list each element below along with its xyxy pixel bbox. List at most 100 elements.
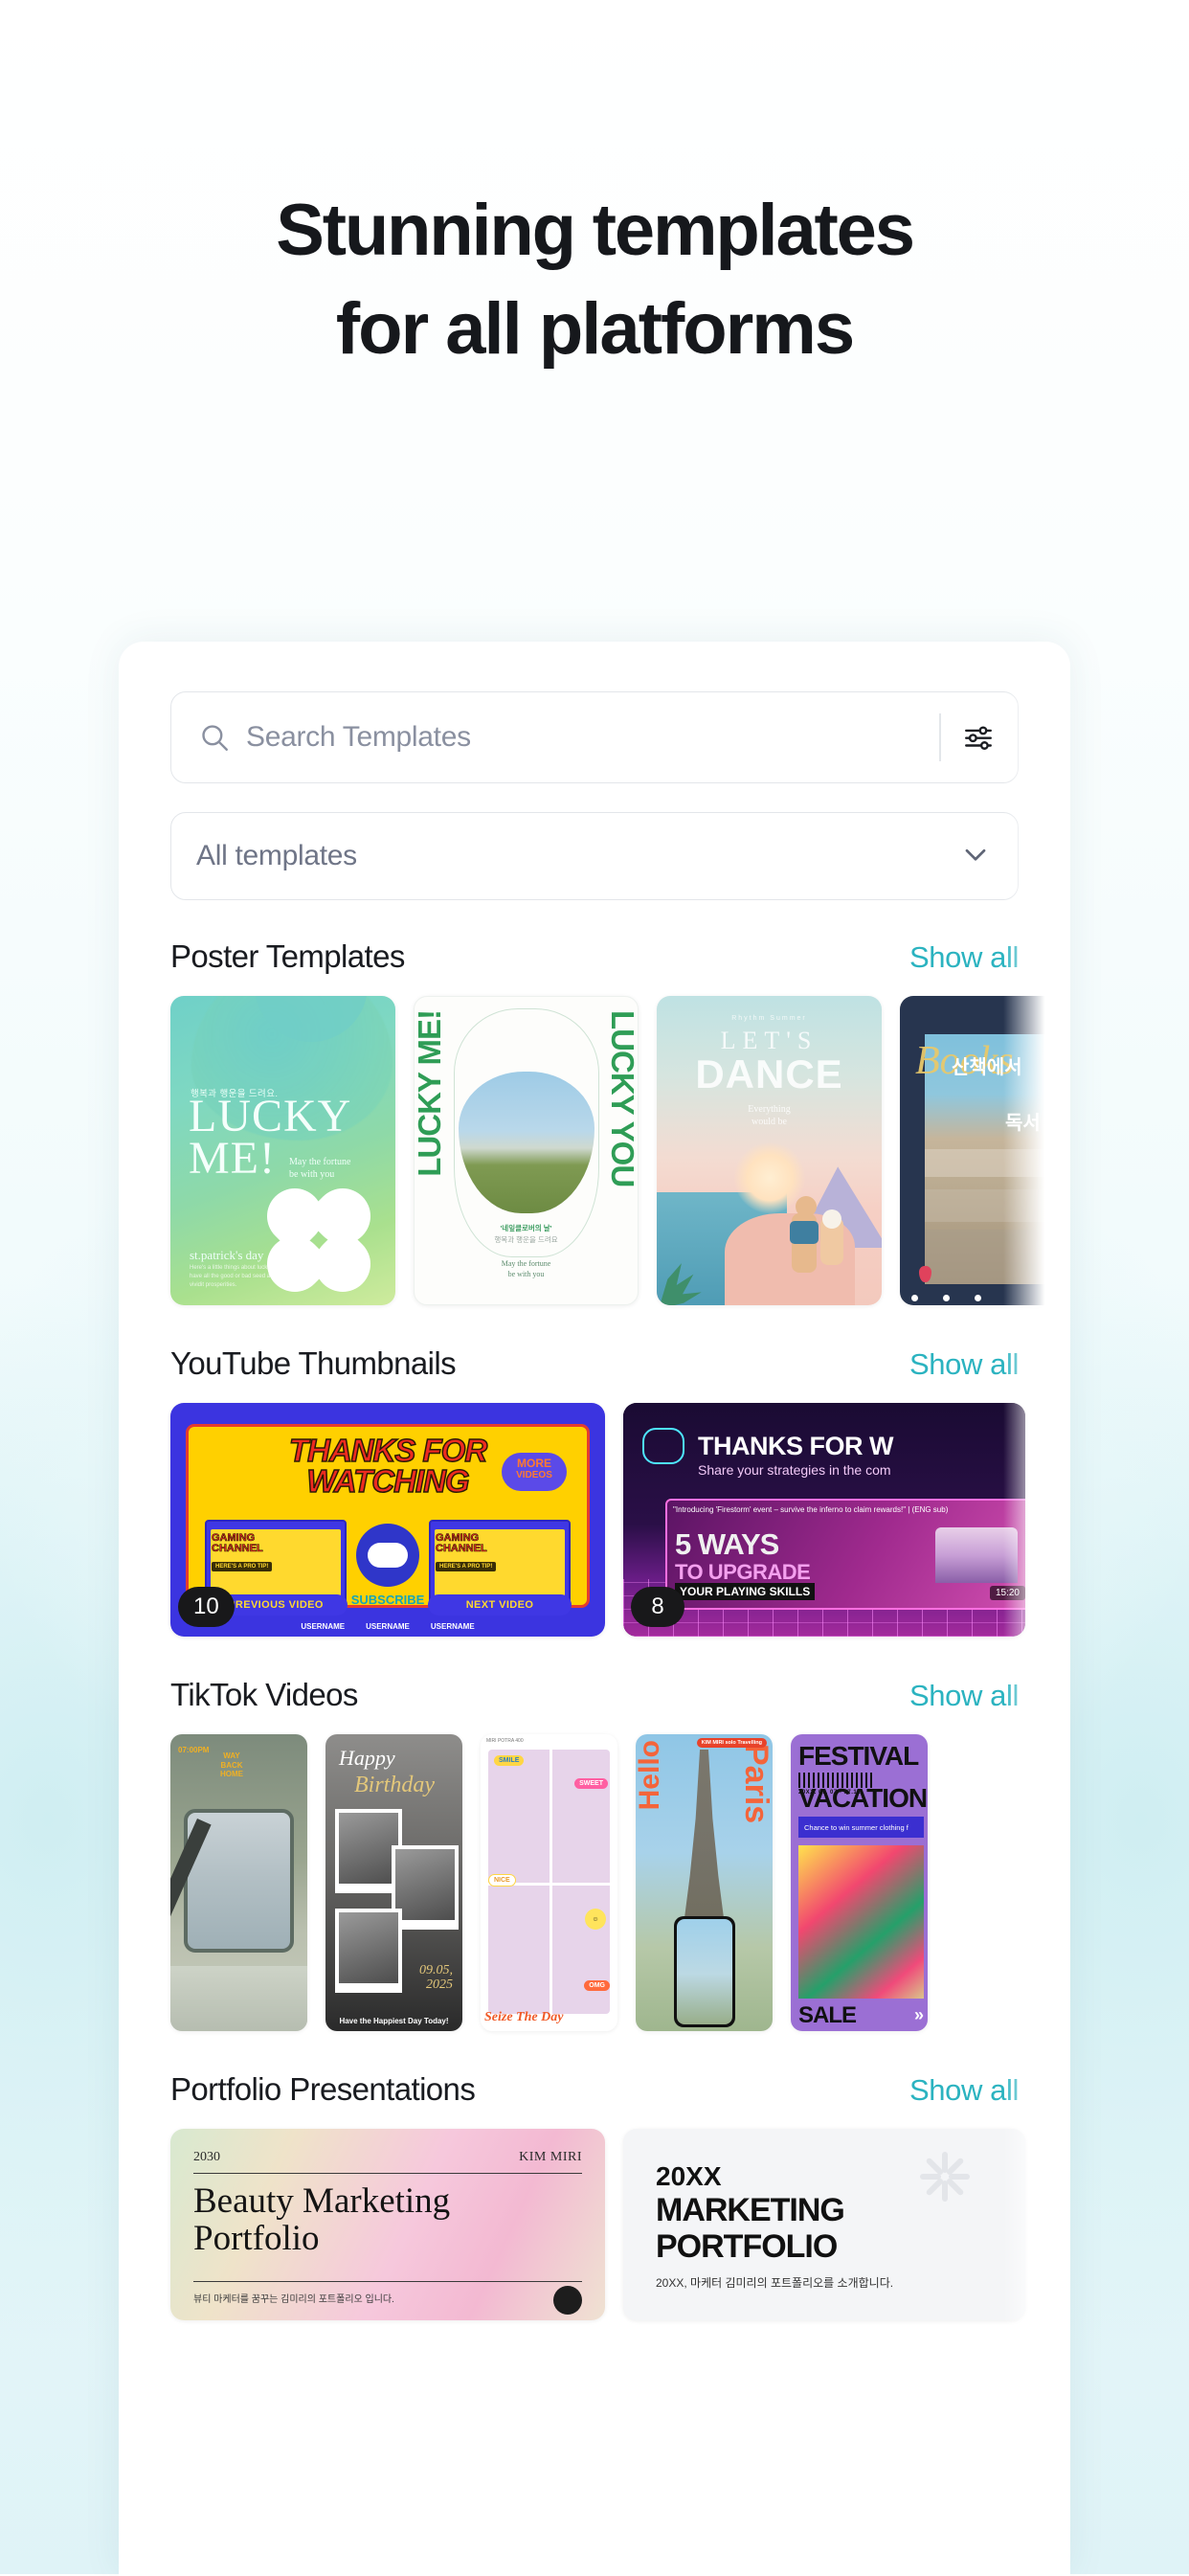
show-all-link-posters[interactable]: Show all bbox=[909, 940, 1019, 975]
chevrons-icon: » bbox=[913, 2005, 924, 2024]
show-all-link-youtube[interactable]: Show all bbox=[909, 1347, 1019, 1382]
phone-mockup bbox=[673, 1916, 735, 2027]
video-headline-2: TO UPGRADE bbox=[675, 1560, 811, 1584]
dancing-couple-illustration bbox=[780, 1173, 843, 1273]
swimwear-photo bbox=[798, 1845, 924, 1999]
hero-headline-line-1: Stunning templates bbox=[272, 192, 917, 274]
video-sale-label: SALE bbox=[798, 2002, 857, 2028]
template-card-way-back-home[interactable]: 07:00PM WAY BACK HOME bbox=[170, 1734, 307, 2031]
template-card-lucky-you[interactable]: LUCKY ME! LUCKY YOU '네잎클로버의 날' 행복과 행운을 드… bbox=[414, 996, 639, 1305]
template-count-badge: 10 bbox=[178, 1587, 235, 1627]
social-handle: USERNAME bbox=[301, 1622, 346, 1631]
poster-caption-3: May the fortune be with you bbox=[501, 1259, 551, 1278]
portfolio-korean: 20XX, 마케터 김미리의 포트폴리오를 소개합니다. bbox=[656, 2276, 894, 2290]
poster-vertical-right: LUCKY YOU bbox=[605, 1010, 639, 1187]
video-label-1: WAY bbox=[223, 1751, 240, 1760]
social-handle: USERNAME bbox=[366, 1622, 410, 1631]
social-handle: USERNAME bbox=[430, 1622, 475, 1631]
template-card-seize-the-day[interactable]: MIRI POTRA 400 SMILE SWEET NICE ☺ OMG Se… bbox=[481, 1734, 617, 2031]
template-card-neon-gaming[interactable]: THANKS FOR W Share your strategies in th… bbox=[623, 1403, 1025, 1637]
chevron-down-icon bbox=[958, 837, 993, 876]
video-strip-text: Chance to win summer clothing f bbox=[798, 1817, 924, 1838]
page-title: Stunning templates for all platforms bbox=[0, 0, 1189, 369]
video-title: Seize The Day bbox=[484, 2010, 564, 2024]
search-icon bbox=[196, 719, 233, 756]
divider bbox=[193, 2281, 582, 2282]
video-quote: "Introducing 'Firestorm' event – survive… bbox=[673, 1505, 949, 1514]
poster-subtitle: Everything would be bbox=[748, 1104, 791, 1127]
video-duration: 15:20 bbox=[989, 1586, 1025, 1600]
template-card-books-walk[interactable]: Books 산책에서 독서 bbox=[900, 996, 1070, 1305]
bubble-text-2: VIDEOS bbox=[516, 1470, 552, 1480]
poster-korean-1: 산책에서 bbox=[952, 1057, 1022, 1078]
template-filter-dropdown[interactable]: All templates bbox=[170, 812, 1019, 900]
video-title-1: FESTIVAL bbox=[798, 1741, 919, 1771]
portfolio-korean: 뷰티 마케터를 꿈꾸는 김미리의 포트폴리오 입니다. bbox=[193, 2294, 394, 2305]
video-title-1: Happy bbox=[339, 1746, 395, 1770]
video-title-2: VACATION bbox=[798, 1783, 928, 1813]
video-label-3: HOME bbox=[220, 1770, 243, 1779]
video-vertical-left: Hello bbox=[636, 1740, 665, 1811]
portfolio-title-1: Beauty Marketing bbox=[193, 2181, 451, 2221]
portfolio-year: 20XX bbox=[656, 2161, 722, 2191]
video-date-2: 2025 bbox=[426, 1977, 453, 1992]
gamepad-icon bbox=[368, 1543, 408, 1568]
section-header-tiktok: TikTok Videos Show all bbox=[170, 1677, 1019, 1713]
poster-template-row[interactable]: 행복과 행운을 드려요. LUCKY ME! May the fortune be… bbox=[170, 996, 1070, 1305]
portfolio-year: 2030 bbox=[193, 2150, 220, 2164]
template-card-beauty-marketing-portfolio[interactable]: 2030 KIM MIRI Beauty Marketing Portfolio … bbox=[170, 2129, 605, 2320]
youtube-template-row[interactable]: THANKS FOR WATCHING MORE VIDEOS GAMING CHA… bbox=[170, 1403, 1025, 1637]
template-card-thanks-for-watching[interactable]: THANKS FOR WATCHING MORE VIDEOS GAMING CHA… bbox=[170, 1403, 605, 1637]
template-card-hello-paris[interactable]: Hello Paris KIM MIRI solo Travelling bbox=[636, 1734, 773, 2031]
mini-tip: HERE'S A PRO TIP! bbox=[436, 1562, 497, 1571]
sliders-icon[interactable] bbox=[960, 719, 997, 756]
video-title-2: Birthday bbox=[354, 1773, 435, 1797]
poster-caption-1: '네잎클로버의 날' bbox=[500, 1224, 552, 1232]
thumb-subtitle: Share your strategies in the com bbox=[698, 1462, 891, 1478]
template-card-marketing-portfolio[interactable]: 20XX MARKETING PORTFOLIO 20XX, 마케터 김미리의 … bbox=[623, 2129, 1025, 2320]
show-all-link-portfolio[interactable]: Show all bbox=[909, 2073, 1019, 2108]
next-video-preview: GAMING CHANNEL HERE'S A PRO TIP! bbox=[429, 1520, 571, 1604]
poster-title-2: DANCE bbox=[695, 1051, 843, 1096]
tiktok-template-row[interactable]: 07:00PM WAY BACK HOME Happy Birthday 09.05… bbox=[170, 1734, 1019, 2031]
poster-korean-2: 독서 bbox=[1005, 1113, 1041, 1134]
template-card-happy-birthday[interactable]: Happy Birthday 09.05, 2025 Have the Happi… bbox=[325, 1734, 462, 2031]
portfolio-template-row[interactable]: 2030 KIM MIRI Beauty Marketing Portfolio … bbox=[170, 2129, 1025, 2320]
sticker-smile: SMILE bbox=[494, 1755, 525, 1766]
clover-icon bbox=[255, 1176, 388, 1305]
video-headline-1: 5 WAYS bbox=[675, 1527, 779, 1561]
section-title: Portfolio Presentations bbox=[170, 2071, 476, 2107]
video-vertical-right: Paris bbox=[738, 1744, 773, 1824]
portfolio-title-2: PORTFOLIO bbox=[656, 2228, 838, 2265]
social-handles: USERNAME USERNAME USERNAME bbox=[170, 1622, 605, 1631]
bubble-text-1: MORE bbox=[517, 1457, 551, 1470]
grid-line-vertical bbox=[549, 1750, 552, 2014]
mini-title-2: CHANNEL bbox=[212, 1543, 263, 1554]
section-title: Poster Templates bbox=[170, 938, 405, 974]
sunburst-icon bbox=[918, 2150, 972, 2203]
template-card-festival-vacation[interactable]: FESTIVAL 20XX. 07. 07 - 07.12 VACATION C… bbox=[791, 1734, 928, 2031]
template-card-lucky-me[interactable]: 행복과 행운을 드려요. LUCKY ME! May the fortune be… bbox=[170, 996, 395, 1305]
section-header-youtube: YouTube Thumbnails Show all bbox=[170, 1345, 1019, 1382]
mini-tip: HERE'S A PRO TIP! bbox=[212, 1562, 273, 1571]
app-window: Search Templates All templates Poster Te… bbox=[119, 642, 1070, 2576]
sticker-nice: NICE bbox=[488, 1874, 516, 1887]
portfolio-author: KIM MIRI bbox=[519, 2150, 582, 2164]
template-card-lets-dance[interactable]: Rhythm Summer LET'S DANCE Everything wou… bbox=[657, 996, 882, 1305]
gamepad-neon-icon bbox=[642, 1428, 684, 1464]
hero-headline-line-2: for all platforms bbox=[335, 288, 855, 371]
search-bar[interactable]: Search Templates bbox=[170, 691, 1019, 783]
inner-video-card: "Introducing 'Firestorm' event – survive… bbox=[665, 1499, 1025, 1610]
sticker-omg: OMG bbox=[584, 1980, 610, 1991]
search-input[interactable]: Search Templates bbox=[246, 721, 939, 754]
show-all-link-tiktok[interactable]: Show all bbox=[909, 1679, 1019, 1713]
thumb-title-2: WATCHING bbox=[306, 1462, 471, 1499]
template-filter-value: All templates bbox=[196, 840, 357, 871]
video-date-1: 09.05, bbox=[419, 1963, 453, 1977]
hero-section: Stunning templates for all platforms bbox=[0, 0, 1189, 575]
poster-eyebrow: Rhythm Summer bbox=[731, 1015, 807, 1022]
video-footer: Have the Happiest Day Today! bbox=[339, 2017, 449, 2025]
polaroid-photo bbox=[335, 1909, 402, 1993]
divider bbox=[193, 2173, 582, 2174]
sticker-face: ☺ bbox=[585, 1909, 606, 1930]
